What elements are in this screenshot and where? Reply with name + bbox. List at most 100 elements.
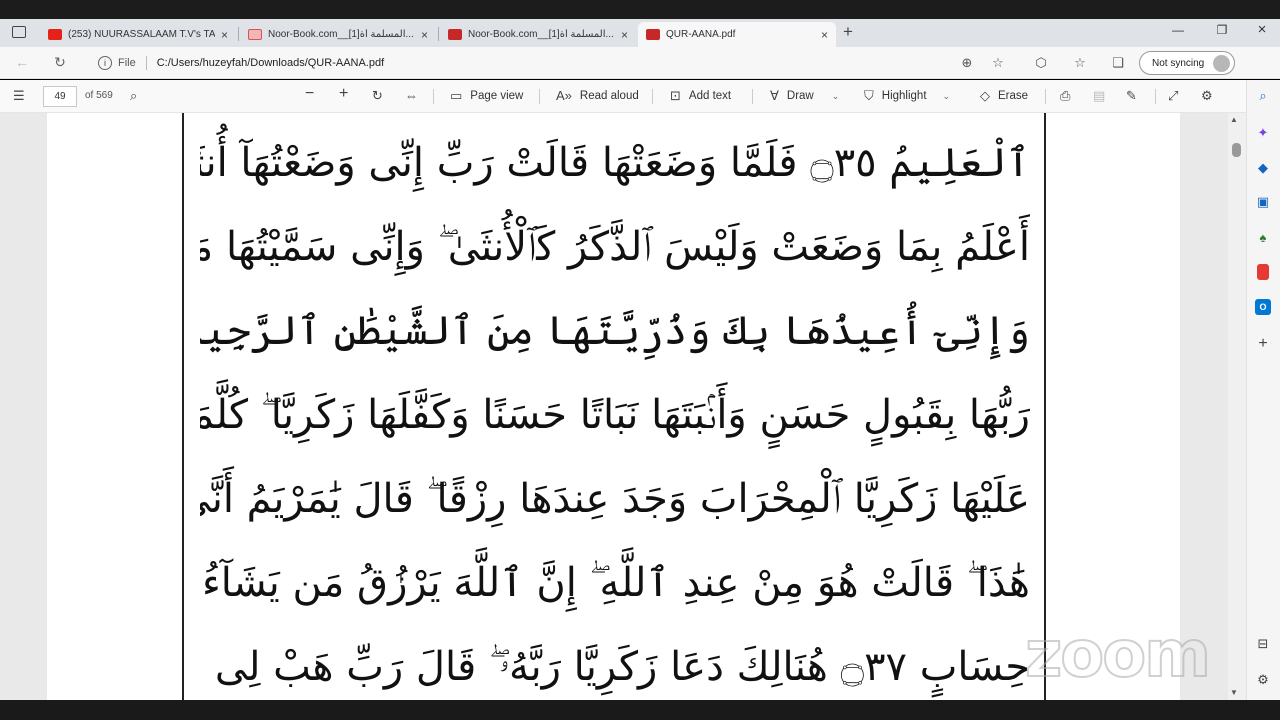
collections-icon[interactable]: ❏ xyxy=(1108,55,1128,71)
quran-line: حِسَابٍ ۝٣٧ هُنَالِكَ دَعَا زَكَرِيَّا ر… xyxy=(200,644,1030,690)
tab-divider xyxy=(438,27,439,41)
tab-title: (253) NUURASSALAAM T.V's TAF xyxy=(68,29,215,40)
settings-icon[interactable]: ⚙ xyxy=(1255,672,1271,688)
chevron-down-icon[interactable]: ⌄ xyxy=(832,91,840,102)
tab-title: Noor-Book.com__[1]المسلمة أة... xyxy=(468,29,614,40)
new-tab-icon[interactable]: + xyxy=(843,22,853,42)
erase-button[interactable]: ◇ Erase xyxy=(980,88,1028,104)
add-text-label: Add text xyxy=(688,90,732,102)
close-icon[interactable]: × xyxy=(821,28,828,42)
close-icon[interactable]: × xyxy=(221,28,228,42)
fullscreen-icon[interactable]: ⤢ xyxy=(1168,88,1186,104)
scrollbar-thumb[interactable] xyxy=(1232,143,1241,157)
tab-divider xyxy=(238,27,239,41)
quran-line: رَبُّهَا بِقَبُولٍ حَسَنٍ وَأَنۢبَتَهَا … xyxy=(200,392,1030,438)
zoom-icon[interactable]: ⊕ xyxy=(957,55,977,71)
outlook-icon[interactable]: O xyxy=(1255,299,1271,315)
restore-icon[interactable]: ❐ xyxy=(1207,23,1237,37)
extensions-icon[interactable]: ⬡ xyxy=(1031,55,1051,71)
url-text: C:/Users/huzeyfah/Downloads/QUR-AANA.pdf xyxy=(156,57,385,69)
eraser-icon: ◇ xyxy=(980,88,990,103)
tag-icon[interactable]: ◆ xyxy=(1255,160,1271,176)
highlight-label: Highlight xyxy=(881,90,927,102)
save-icon[interactable]: ▤ xyxy=(1093,88,1113,104)
sync-label: Not syncing xyxy=(1152,57,1205,69)
quran-line: عَلَيْهَا زَكَرِيَّا ٱلْمِحْرَابَ وَجَدَ… xyxy=(200,476,1030,522)
split-screen-icon[interactable]: ⊟ xyxy=(1255,636,1271,652)
read-aloud-button[interactable]: A» Read aloud xyxy=(556,88,639,103)
tab-noor-book-2[interactable]: Noor-Book.com__[1]المسلمة أة... × xyxy=(440,22,636,47)
toolbar-divider xyxy=(539,89,540,104)
print-icon[interactable]: ⎙ xyxy=(1060,88,1078,104)
tab-noor-book-1[interactable]: Noor-Book.com__[1]المسلمة أة... × xyxy=(240,22,436,47)
page-view-icon: ▭ xyxy=(450,88,463,103)
page-view-label: Page view xyxy=(470,90,524,102)
zoom-watermark: zoom xyxy=(1024,617,1212,693)
quran-line: أَعْلَمُ بِمَا وَضَعَتْ وَلَيْسَ ٱلذَّكَ… xyxy=(200,224,1030,270)
toolbar-divider xyxy=(652,89,653,104)
favorite-add-icon[interactable]: ☆ xyxy=(988,55,1008,71)
address-bar: ← ↻ i File C:/Users/huzeyfah/Downloads/Q… xyxy=(0,47,1280,79)
games-icon[interactable]: ♠ xyxy=(1255,229,1271,245)
page-view-button[interactable]: ▭ Page view xyxy=(450,88,523,104)
chevron-down-icon[interactable]: ⌄ xyxy=(943,91,951,102)
search-icon[interactable]: ⌕ xyxy=(1255,88,1271,104)
tab-title: QUR-AANA.pdf xyxy=(666,29,736,40)
close-icon[interactable]: × xyxy=(421,28,428,42)
office-icon[interactable] xyxy=(1257,264,1269,280)
page-number-input[interactable]: 49 xyxy=(43,86,77,107)
copilot-icon[interactable]: ✦ xyxy=(1255,125,1271,141)
pdf-viewer[interactable]: ٱلْعَلِيمُ ۝٣٥ فَلَمَّا وَضَعَتْهَا قَال… xyxy=(0,113,1246,700)
minimize-icon[interactable]: — xyxy=(1163,23,1193,37)
toolbar-divider xyxy=(1155,89,1156,104)
tab-strip: (253) NUURASSALAAM T.V's TAF × Noor-Book… xyxy=(0,19,1280,47)
scroll-up-icon[interactable]: ▲ xyxy=(1230,115,1238,124)
quran-line: ٱلْعَلِيمُ ۝٣٥ فَلَمَّا وَضَعَتْهَا قَال… xyxy=(200,140,1030,186)
close-icon[interactable]: × xyxy=(621,28,628,42)
settings-icon[interactable]: ⚙ xyxy=(1201,88,1221,104)
screen-top-bar xyxy=(0,0,1280,19)
highlight-icon: ⛉ xyxy=(864,88,874,103)
highlight-button[interactable]: ⛉ Highlight ⌄ xyxy=(864,88,950,104)
fit-page-icon[interactable]: ⇔ xyxy=(405,88,426,103)
info-icon[interactable]: i xyxy=(98,56,112,70)
zoom-out-icon[interactable]: − xyxy=(305,85,322,103)
draw-label: Draw xyxy=(786,90,814,102)
url-divider xyxy=(145,56,147,70)
contents-icon[interactable]: ☰ xyxy=(13,88,33,104)
add-icon[interactable]: + xyxy=(1255,335,1271,352)
save-as-icon[interactable]: ✎ xyxy=(1126,88,1145,104)
search-icon[interactable]: ⌕ xyxy=(130,88,145,104)
toolbar-divider xyxy=(1045,89,1046,104)
add-text-button[interactable]: ⊡ Add text xyxy=(670,88,731,104)
add-text-icon: ⊡ xyxy=(670,88,681,103)
tab-youtube[interactable]: (253) NUURASSALAAM T.V's TAF × xyxy=(40,22,236,47)
read-aloud-label: Read aloud xyxy=(579,89,639,102)
pdf-toolbar: ☰ 49 of 569 ⌕ − + ↻ ⇔ ▭ Page view A» Read … xyxy=(0,80,1246,113)
page-total: of 569 xyxy=(85,90,113,101)
edge-sidebar: ⌕ ✦ ◆ ▣ ♠ O + ⊟ ⚙ xyxy=(1246,80,1280,700)
favorites-icon[interactable]: ☆ xyxy=(1070,55,1090,71)
pdf-icon xyxy=(448,29,462,40)
draw-button[interactable]: ∀ Draw ⌄ xyxy=(770,88,839,104)
toolbox-icon[interactable]: ▣ xyxy=(1255,194,1271,210)
vertical-scrollbar[interactable]: ▲ ▼ xyxy=(1228,113,1246,700)
screen-bottom-bar xyxy=(0,700,1280,720)
pdf-icon xyxy=(646,29,660,40)
scroll-down-icon[interactable]: ▼ xyxy=(1230,688,1238,697)
tab-actions-icon[interactable] xyxy=(12,26,26,38)
back-icon[interactable]: ← xyxy=(12,54,32,70)
quran-line: وَإِنِّىٓ أُعِيذُهَا بِكَ وَذُرِّيَّتَهَ… xyxy=(200,308,1030,354)
youtube-icon xyxy=(48,29,62,40)
avatar xyxy=(1213,55,1230,72)
rotate-icon[interactable]: ↻ xyxy=(372,88,391,104)
refresh-icon[interactable]: ↻ xyxy=(50,54,70,71)
draw-icon: ∀ xyxy=(770,88,779,103)
tab-qur-aana[interactable]: QUR-AANA.pdf × xyxy=(638,22,836,47)
quran-line: هَٰذَا ۖ قَالَتْ هُوَ مِنْ عِندِ ٱللَّهِ… xyxy=(200,560,1030,606)
text-cursor-icon: I xyxy=(399,570,403,586)
sync-button[interactable]: Not syncing xyxy=(1139,51,1235,75)
zoom-in-icon[interactable]: + xyxy=(339,85,356,103)
url-field[interactable]: i File C:/Users/huzeyfah/Downloads/QUR-A… xyxy=(88,51,1018,75)
window-close-icon[interactable]: × xyxy=(1247,21,1277,38)
